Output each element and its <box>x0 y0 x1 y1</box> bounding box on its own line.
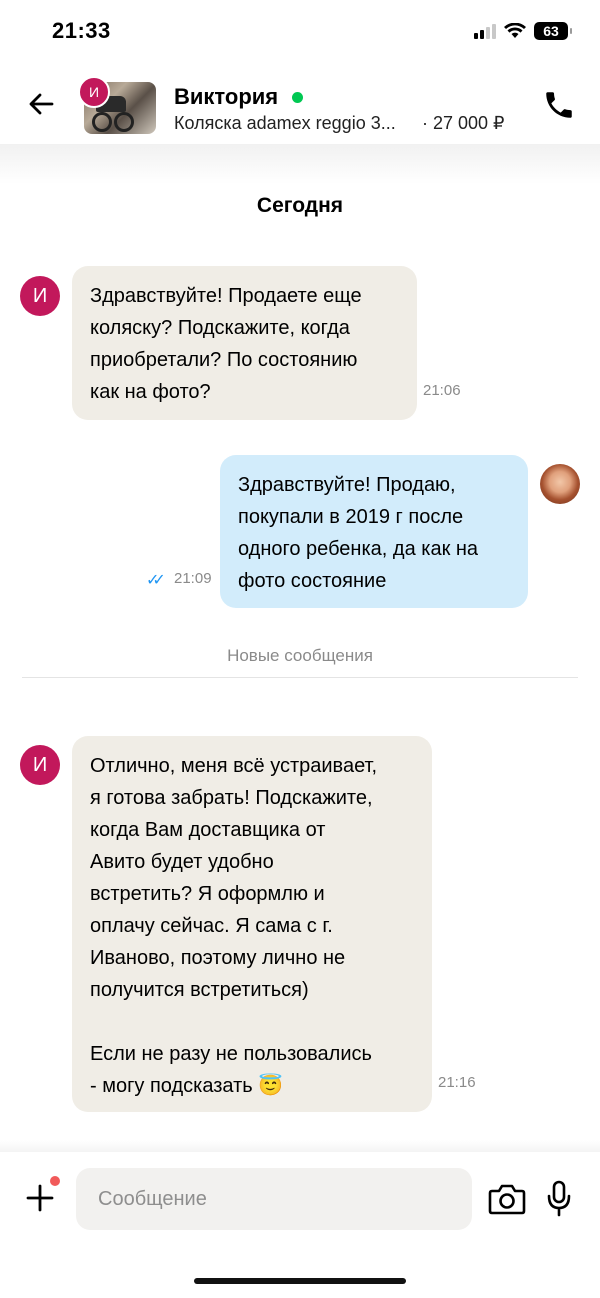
read-checkmarks-icon: ✓✓ <box>146 572 166 589</box>
notification-dot <box>50 1176 60 1186</box>
sender-avatar[interactable]: И <box>20 745 60 785</box>
sender-avatar[interactable]: И <box>20 276 60 316</box>
message-time: 21:09 <box>174 570 212 587</box>
message-time: 21:16 <box>438 1074 476 1091</box>
my-avatar <box>540 464 580 504</box>
back-arrow-icon[interactable] <box>26 88 58 120</box>
plus-icon[interactable] <box>24 1182 56 1214</box>
new-messages-label: Новые сообщения <box>227 646 373 665</box>
divider <box>22 677 578 678</box>
wifi-icon <box>504 23 526 38</box>
online-indicator <box>292 92 303 103</box>
message-bubble-incoming[interactable]: Здравствуйте! Продаете еще коляску? Подс… <box>72 266 417 420</box>
status-time: 21:33 <box>52 18 111 43</box>
status-icons: 63 <box>474 22 572 40</box>
header-shadow <box>0 144 600 184</box>
contact-avatar: И <box>78 76 110 108</box>
date-separator: Сегодня <box>256 194 344 217</box>
message-time: 21:06 <box>423 382 461 399</box>
cellular-signal-icon <box>474 23 496 39</box>
message-bubble-outgoing[interactable]: Здравствуйте! Продаю, покупали в 2019 г … <box>220 455 528 608</box>
message-bubble-incoming[interactable]: Отлично, меня всё устраивает, я готова з… <box>72 736 432 1112</box>
item-price: · 27 000 ₽ <box>422 113 505 133</box>
battery-icon: 63 <box>534 22 572 40</box>
item-title[interactable]: Коляска adamex reggio 3... <box>174 113 396 134</box>
camera-icon[interactable] <box>488 1182 526 1216</box>
contact-name[interactable]: Виктория <box>174 84 278 110</box>
home-indicator[interactable] <box>194 1278 406 1284</box>
phone-icon[interactable] <box>542 88 576 122</box>
microphone-icon[interactable] <box>545 1180 573 1218</box>
message-input[interactable] <box>76 1168 472 1230</box>
